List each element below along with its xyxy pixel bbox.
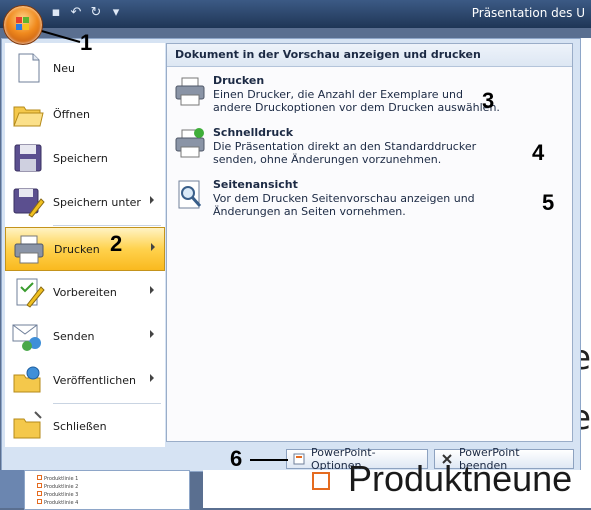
callout-3: 3 xyxy=(482,88,495,113)
submenu-arrow-icon xyxy=(150,374,154,382)
menu-item-label: Speichern unter xyxy=(53,195,141,209)
submenu-item-description: Die Präsentation direkt an den Standardd… xyxy=(213,140,477,166)
close-folder-icon xyxy=(11,409,45,443)
menu-item-drucken[interactable]: Drucken xyxy=(5,227,165,271)
submenu-item-seitenansicht[interactable]: Seitenansicht Vor dem Drucken Seitenvors… xyxy=(173,178,563,222)
submenu-item-title: Schnelldruck xyxy=(213,126,294,139)
callout-5: 5 xyxy=(542,190,555,215)
callout-2: 2 xyxy=(110,231,123,256)
options-icon xyxy=(293,453,305,465)
undo-icon[interactable]: ↶ xyxy=(68,5,84,21)
window-title: Präsentation des U xyxy=(471,6,585,20)
menu-item-veroeffentlichen[interactable]: Veröffentlichen xyxy=(5,359,163,401)
callout-1-line xyxy=(38,29,81,43)
submenu-arrow-icon xyxy=(150,196,154,204)
menu-item-label: Veröffentlichen xyxy=(53,373,136,387)
callout-6: 6 xyxy=(230,446,243,471)
thumbnail-line: Produktlinie 1 xyxy=(37,475,78,482)
menu-separator xyxy=(53,225,161,226)
menu-item-schliessen[interactable]: Schließen xyxy=(5,405,163,447)
menu-separator xyxy=(53,403,161,404)
menu-item-label: Schließen xyxy=(53,419,107,433)
office-button[interactable] xyxy=(3,5,43,45)
submenu-arrow-icon xyxy=(150,330,154,338)
workspace-strip xyxy=(0,470,24,508)
thumbnail-line: Produktlinie 2 xyxy=(37,483,78,490)
submenu-item-title: Seitenansicht xyxy=(213,178,298,191)
quick-access-toolbar: ▪ ↶ ↻ ▾ xyxy=(48,5,124,21)
send-icon xyxy=(11,319,45,353)
submenu-item-title: Drucken xyxy=(213,74,265,87)
menu-item-label: Senden xyxy=(53,329,95,343)
prepare-icon xyxy=(11,275,45,309)
menu-item-label: Neu xyxy=(53,61,75,75)
save-as-icon xyxy=(11,185,45,219)
menu-item-vorbereiten[interactable]: Vorbereiten xyxy=(5,271,163,313)
menu-item-oeffnen[interactable]: Öffnen xyxy=(5,93,163,135)
redo-icon[interactable]: ↻ xyxy=(88,5,104,21)
submenu-arrow-icon xyxy=(151,243,155,251)
menu-left-pane: Neu Öffnen Speichern Speichern unter Dru… xyxy=(5,43,165,447)
publish-icon xyxy=(11,363,45,397)
callout-6-line xyxy=(250,459,288,461)
submenu-item-description: Vor dem Drucken Seitenvorschau anzeigen … xyxy=(213,192,475,218)
slide-thumbnail[interactable]: Produktlinie 1 Produktlinie 2 Produktlin… xyxy=(24,470,190,510)
menu-item-speichern-unter[interactable]: Speichern unter xyxy=(5,181,163,223)
printer-icon xyxy=(12,232,46,266)
thumbnail-line: Produktlinie 3 xyxy=(37,491,78,498)
save-disk-icon xyxy=(11,141,45,175)
thumbnail-line: Produktlinie 4 xyxy=(37,499,78,506)
submenu-arrow-icon xyxy=(150,286,154,294)
slide-bullet-text: Produktneune xyxy=(312,458,572,500)
print-preview-icon xyxy=(173,178,207,212)
bullet-square-icon xyxy=(312,472,330,491)
submenu-item-drucken[interactable]: Drucken Einen Drucker, die Anzahl der Ex… xyxy=(173,74,563,118)
open-folder-icon xyxy=(11,97,45,131)
printer-icon xyxy=(173,74,207,108)
submenu-item-description: Einen Drucker, die Anzahl der Exemplare … xyxy=(213,88,500,114)
quick-print-icon xyxy=(173,126,207,160)
submenu-header: Dokument in der Vorschau anzeigen und dr… xyxy=(167,44,572,67)
slide-edge: e e xyxy=(570,38,591,470)
submenu-pane: Dokument in der Vorschau anzeigen und dr… xyxy=(166,43,573,442)
callout-4: 4 xyxy=(532,140,545,165)
menu-item-label: Vorbereiten xyxy=(53,285,117,299)
menu-item-speichern[interactable]: Speichern xyxy=(5,137,163,179)
customize-toolbar-icon[interactable]: ▾ xyxy=(108,5,124,21)
submenu-item-schnelldruck[interactable]: Schnelldruck Die Präsentation direkt an … xyxy=(173,126,563,170)
menu-item-label: Speichern xyxy=(53,151,108,165)
menu-item-label: Öffnen xyxy=(53,107,90,121)
title-bar: ▪ ↶ ↻ ▾ Präsentation des U xyxy=(0,0,591,28)
new-document-icon xyxy=(11,51,45,85)
office-logo-icon xyxy=(16,17,30,31)
slide-bullet-label: Produktneune xyxy=(348,458,573,499)
save-icon[interactable]: ▪ xyxy=(48,5,64,21)
menu-item-label: Drucken xyxy=(54,242,100,256)
menu-item-senden[interactable]: Senden xyxy=(5,315,163,357)
